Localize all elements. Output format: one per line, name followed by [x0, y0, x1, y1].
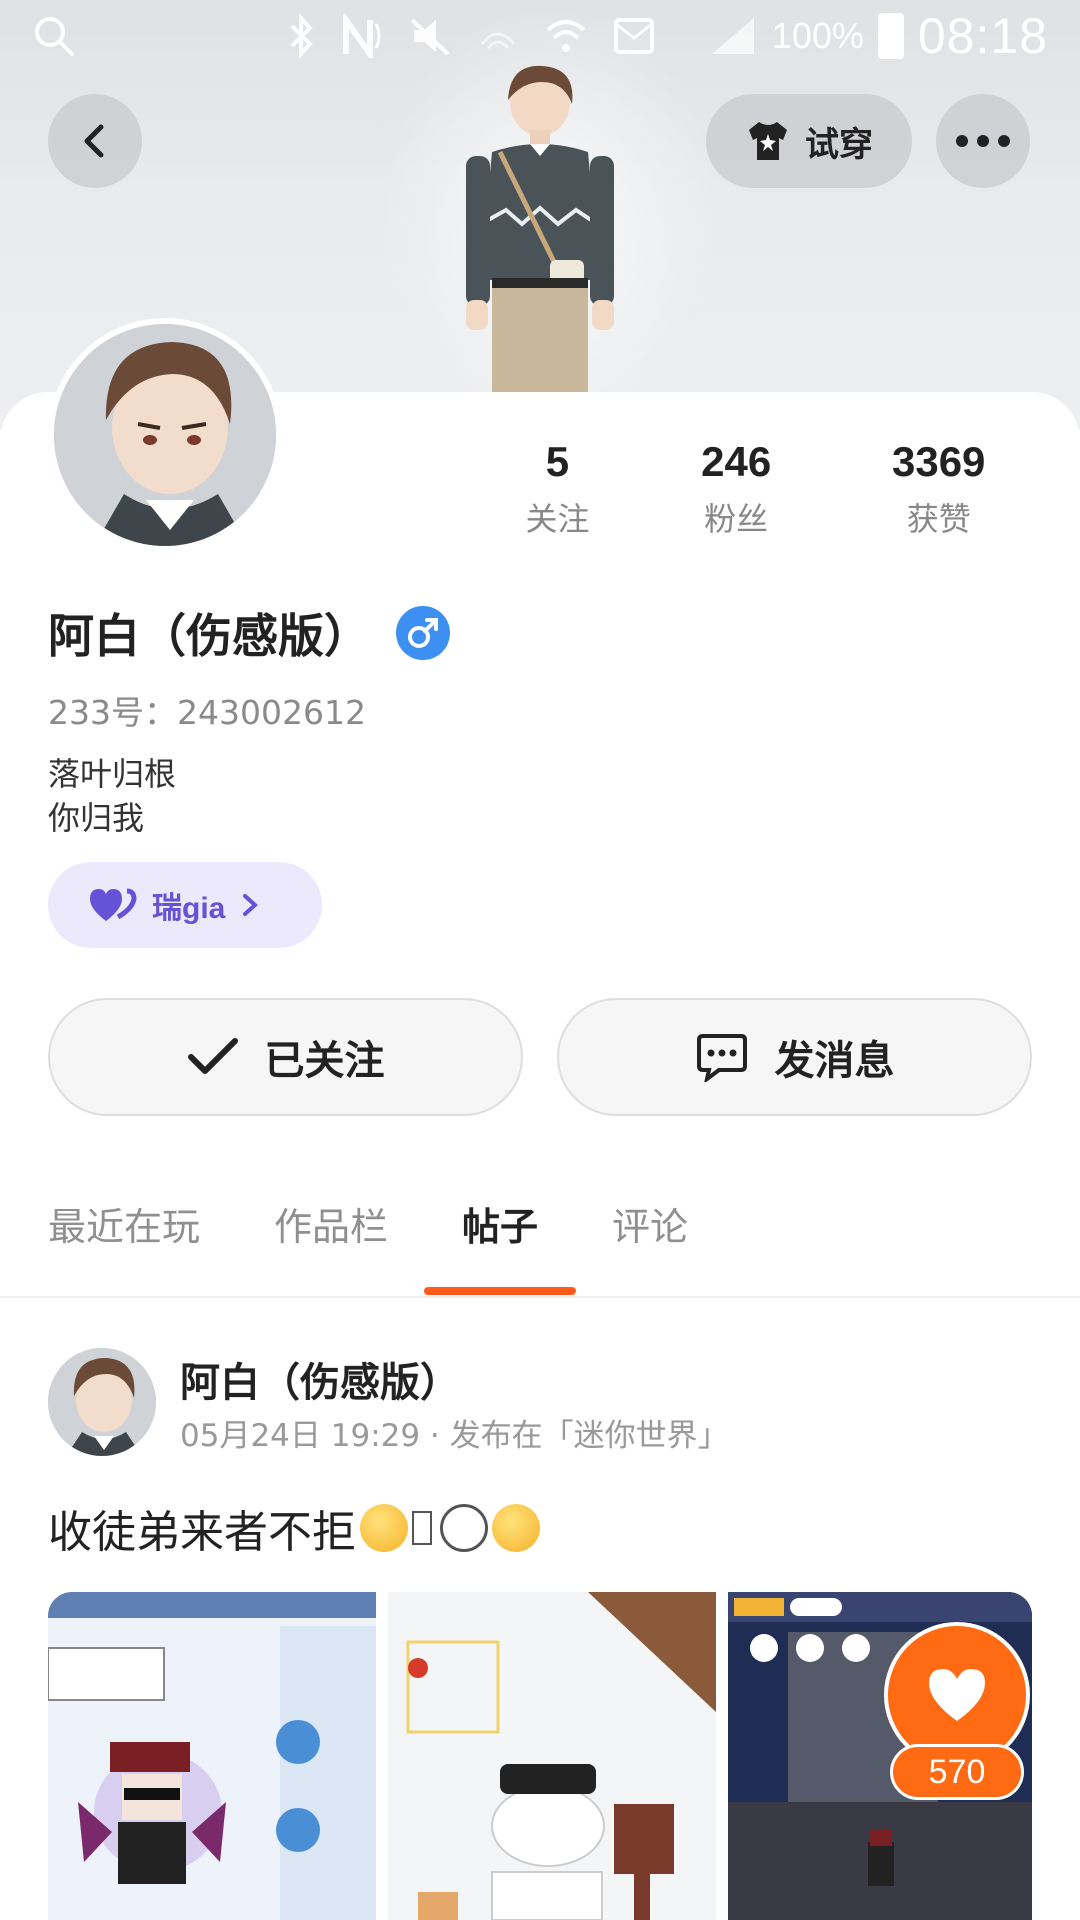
followed-label: 已关注 [264, 1038, 385, 1084]
cp-chip[interactable]: 瑞gia [48, 862, 322, 948]
heart-icon [90, 888, 137, 921]
status-icons [286, 14, 656, 58]
search-icon[interactable] [32, 14, 76, 58]
bio-line: 落叶归根 [48, 755, 177, 793]
game-screenshot-1 [48, 1592, 376, 1920]
stat-label: 关注 [525, 500, 590, 538]
clock: 08:18 [917, 8, 1048, 64]
chevron-right-icon [243, 894, 259, 916]
profile-tabs: 最近在玩 作品栏 帖子 评论 [48, 1196, 762, 1295]
stat-value: 3369 [891, 438, 986, 485]
stat-label: 粉丝 [704, 500, 769, 538]
status-bar: 100% 08:18 [0, 0, 1080, 72]
stat-fans[interactable]: 246 粉丝 [635, 438, 838, 540]
character-figure [466, 65, 614, 430]
post-image-1[interactable] [48, 1592, 376, 1920]
hushed-emoji-icon [492, 1504, 540, 1552]
chat-icon [696, 1034, 747, 1082]
followed-button[interactable]: 已关注 [48, 998, 523, 1116]
bio: 落叶归根 你归我 [48, 752, 176, 840]
battery-percent: 100% [771, 15, 864, 56]
avatar[interactable] [48, 318, 282, 552]
bio-line: 你归我 [48, 799, 145, 837]
tab-comments[interactable]: 评论 [612, 1196, 688, 1281]
user-id: 233号：243002612 [48, 693, 366, 732]
battery-icon [877, 13, 904, 59]
post-text: 收徒弟来者不拒 [48, 1496, 540, 1560]
profile-name: 阿白（伤感版） [48, 609, 370, 663]
send-message-button[interactable]: 发消息 [557, 998, 1032, 1116]
signal-icon [711, 18, 754, 54]
stat-following[interactable]: 5 关注 [480, 438, 635, 540]
confused-emoji-icon [360, 1504, 408, 1552]
back-icon [84, 124, 104, 158]
tab-works[interactable]: 作品栏 [274, 1196, 388, 1281]
profile-stats: 5 关注 246 粉丝 3369 获赞 [480, 438, 1040, 540]
back-button[interactable] [48, 94, 142, 188]
stat-label: 获赞 [906, 500, 971, 538]
like-count: 570 [890, 1744, 1024, 1800]
check-icon [187, 1038, 238, 1074]
send-message-label: 发消息 [774, 1038, 895, 1084]
post-image-2[interactable] [388, 1592, 716, 1920]
post-images [48, 1592, 1032, 1920]
post-meta: 05月24日 19:29 · 发布在「迷你世界」 [180, 1418, 729, 1454]
wifi-icon [546, 20, 586, 52]
heart-icon [929, 1669, 985, 1721]
bluetooth-icon [290, 14, 313, 58]
tabs-divider [0, 1296, 1080, 1298]
more-icon [956, 135, 1010, 147]
data-icon [480, 32, 516, 50]
post-avatar-image [48, 1348, 156, 1456]
shirt-star-icon [749, 122, 787, 160]
stat-likes[interactable]: 3369 获赞 [837, 438, 1040, 540]
tab-recently-played[interactable]: 最近在玩 [48, 1196, 200, 1281]
post-author[interactable]: 阿白（伤感版） [180, 1350, 460, 1408]
tab-posts[interactable]: 帖子 [424, 1196, 577, 1295]
action-row: 已关注 发消息 [48, 998, 1032, 1116]
name-row: 阿白（伤感版） [48, 600, 450, 666]
stat-value: 246 [701, 438, 772, 485]
missing-glyph-icon [412, 1511, 432, 1545]
message-icon [614, 18, 654, 54]
post-avatar[interactable] [48, 1348, 156, 1456]
male-icon [396, 606, 450, 660]
cp-name: 瑞gia [152, 892, 226, 925]
post-body: 收徒弟来者不拒 [48, 1507, 356, 1558]
mute-icon [410, 18, 450, 56]
frown-emoji-icon [440, 1504, 488, 1552]
stat-value: 5 [545, 438, 570, 485]
game-screenshot-2 [388, 1592, 716, 1920]
nfc-icon [343, 14, 381, 58]
more-button[interactable] [936, 94, 1030, 188]
try-on-label: 试穿 [805, 124, 873, 165]
avatar-image [54, 324, 276, 546]
try-on-button[interactable]: 试穿 [706, 94, 912, 188]
